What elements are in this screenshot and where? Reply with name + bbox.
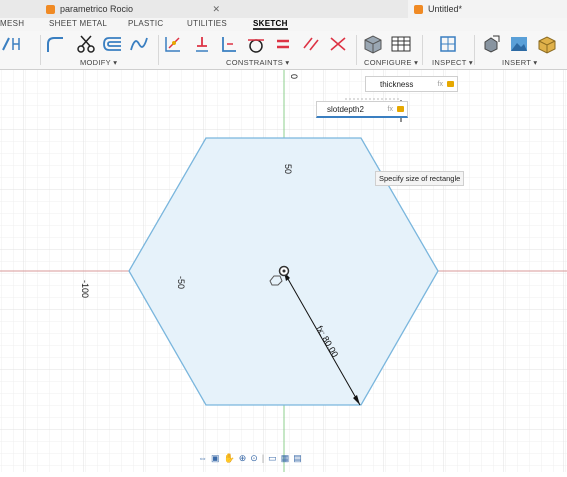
- constraints-group-label[interactable]: CONSTRAINTS ▾: [226, 58, 290, 67]
- modify-group-label[interactable]: MODIFY ▾: [80, 58, 117, 67]
- grid-settings-icon[interactable]: ▦: [281, 453, 290, 464]
- pan-icon[interactable]: ✋: [224, 453, 235, 464]
- coincident-icon[interactable]: [162, 33, 184, 55]
- document-cube-icon: [46, 4, 55, 14]
- divider: [422, 35, 423, 65]
- inspect-group-label[interactable]: INSPECT ▾: [432, 58, 473, 67]
- equal-icon[interactable]: [272, 33, 294, 55]
- insert-group-label[interactable]: INSERT ▾: [502, 58, 537, 67]
- axis-label-zero: 0: [289, 74, 299, 79]
- fx-icon: fx: [437, 80, 443, 88]
- insert-mcmaster-icon[interactable]: [536, 33, 558, 55]
- fit-icon[interactable]: ⊙: [250, 453, 258, 464]
- tab-plastic[interactable]: PLASTIC: [128, 19, 163, 28]
- close-icon[interactable]: ✕: [212, 4, 220, 15]
- configure-group-label[interactable]: CONFIGURE ▾: [364, 58, 418, 67]
- tab-untitled[interactable]: Untitled*: [408, 0, 567, 18]
- sketch-toolbar: MODIFY ▾ CONSTRAINTS ▾ CONFIGURE ▾ INSPE…: [0, 31, 567, 70]
- navigation-bar: ⇔ ▣ ✋ ⊕ ⊙ | ▭ ▦ ▤: [198, 450, 358, 466]
- canvas-image-icon[interactable]: [508, 33, 530, 55]
- param-slotdepth2-box[interactable]: slotdepth2 fx: [316, 101, 408, 118]
- divider: |: [261, 453, 265, 463]
- change-parameters-icon[interactable]: [362, 33, 384, 55]
- insert-derive-icon[interactable]: [480, 33, 502, 55]
- horizontal-vertical-icon[interactable]: [218, 33, 240, 55]
- viewports-icon[interactable]: ▤: [293, 453, 302, 464]
- slot-icon[interactable]: [0, 33, 22, 55]
- param-name: thickness: [380, 79, 414, 89]
- tab-label: Untitled*: [428, 4, 463, 14]
- tab-label: parametrico Rocio: [60, 4, 134, 14]
- midpoint-icon[interactable]: [327, 33, 349, 55]
- parallel-icon[interactable]: [300, 33, 322, 55]
- param-name: slotdepth2: [327, 104, 364, 114]
- trim-icon[interactable]: [75, 33, 97, 55]
- divider: [40, 35, 41, 65]
- lock-icon[interactable]: [447, 81, 454, 87]
- tab-utilities[interactable]: UTILITIES: [187, 19, 227, 28]
- sketch-canvas[interactable]: 0 50 -50 -100 fx: 80.00 thickness fx slo…: [0, 70, 567, 472]
- tab-sketch[interactable]: SKETCH: [253, 19, 288, 30]
- offset-icon[interactable]: [101, 33, 123, 55]
- document-tab-bar: parametrico Rocio ✕ Untitled*: [0, 0, 567, 19]
- axis-label-neg-fifty: -50: [176, 276, 186, 289]
- tab-parametrico-rocio[interactable]: parametrico Rocio ✕: [46, 0, 226, 18]
- tangent-icon[interactable]: [245, 33, 267, 55]
- axis-label-neg-hundred: -100: [80, 280, 90, 298]
- axis-label-fifty: 50: [283, 164, 293, 174]
- divider: [158, 35, 159, 65]
- lock-icon[interactable]: [397, 106, 404, 112]
- look-at-icon[interactable]: ▣: [211, 453, 220, 464]
- tooltip: Specify size of rectangle: [375, 171, 465, 186]
- sketch-grid-svg[interactable]: 0 50 -50 -100 fx: 80.00: [0, 70, 567, 472]
- param-thickness-box[interactable]: thickness fx: [365, 76, 458, 92]
- tab-sheet-metal[interactable]: SHEET METAL: [49, 19, 107, 28]
- divider: [474, 35, 475, 65]
- orbit-icon[interactable]: ⇔: [198, 453, 207, 463]
- origin-center: [282, 269, 286, 273]
- document-cube-icon: [414, 4, 423, 14]
- tab-mesh[interactable]: MESH: [0, 19, 24, 28]
- ribbon-category-bar: MESH SHEET METAL PLASTIC UTILITIES SKETC…: [0, 18, 567, 31]
- configuration-table-icon[interactable]: [390, 33, 412, 55]
- spline-icon[interactable]: [128, 33, 150, 55]
- zoom-icon[interactable]: ⊕: [239, 453, 247, 464]
- display-settings-icon[interactable]: ▭: [268, 453, 277, 464]
- divider: [356, 35, 357, 65]
- perpendicular-icon[interactable]: [191, 33, 213, 55]
- fillet-icon[interactable]: [44, 33, 66, 55]
- fx-icon: fx: [387, 105, 393, 113]
- measure-icon[interactable]: [437, 33, 459, 55]
